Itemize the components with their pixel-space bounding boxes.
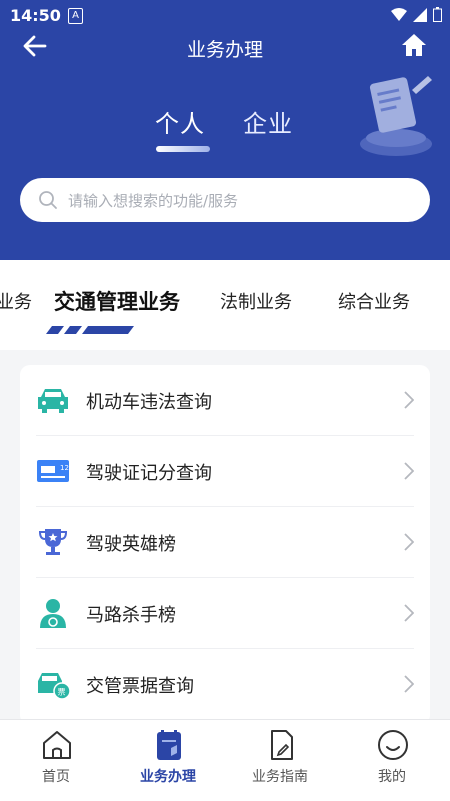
top-bar: 业务办理 (0, 28, 450, 68)
signal-icon (413, 7, 427, 22)
category-legal[interactable]: 法制业务 (220, 288, 292, 314)
search-bar[interactable]: 请输入想搜索的功能/服务 (20, 178, 430, 222)
list-item[interactable]: 12 驾驶证记分查询 (20, 436, 430, 507)
segment-indicator (156, 146, 210, 152)
item-label: 驾驶英雄榜 (86, 534, 176, 555)
home-outline-icon (43, 731, 71, 759)
car-ticket-icon: 票 (38, 673, 70, 699)
tab-enterprise[interactable]: 企业 (243, 104, 293, 139)
header: 14:50 A 业务办理 个人 企业 请输入想搜索的功能/服务 (0, 0, 450, 260)
list-item[interactable]: 票 交管票据查询 (20, 649, 430, 720)
document-illustration-icon (360, 76, 432, 156)
list-item[interactable]: 马路杀手榜 (20, 578, 430, 649)
status-time: 14:50 (10, 6, 61, 25)
search-icon (39, 191, 57, 209)
svg-text:票: 票 (58, 688, 66, 697)
chevron-right-icon (404, 604, 414, 622)
tab-guide[interactable]: 业务指南 (224, 720, 336, 801)
tab-mine[interactable]: 我的 (336, 720, 448, 801)
chevron-right-icon (404, 391, 414, 409)
car-icon (38, 389, 68, 413)
tab-label: 业务指南 (252, 769, 308, 785)
tab-label: 首页 (42, 769, 70, 785)
guide-icon (271, 730, 293, 760)
category-tabs: 业务 交通管理业务 法制业务 综合业务 (0, 260, 450, 350)
item-label: 机动车违法查询 (86, 392, 212, 413)
business-icon (157, 730, 181, 760)
bottom-tab-bar: 首页 业务办理 业务指南 我的 (0, 719, 450, 801)
item-label: 驾驶证记分查询 (86, 463, 212, 484)
category-indicator (46, 326, 134, 334)
search-placeholder: 请输入想搜索的功能/服务 (68, 192, 239, 210)
tab-home[interactable]: 首页 (0, 720, 112, 801)
license-card-icon: 12 (37, 460, 69, 482)
chevron-right-icon (404, 675, 414, 693)
notification-a-icon: A (68, 8, 83, 24)
item-label: 马路杀手榜 (86, 605, 176, 626)
list-item[interactable]: 机动车违法查询 (20, 365, 430, 436)
trophy-icon (38, 529, 68, 555)
category-traffic-management[interactable]: 交通管理业务 (54, 286, 180, 316)
category-general[interactable]: 综合业务 (338, 288, 410, 314)
svg-text:12: 12 (60, 464, 69, 472)
item-label: 交管票据查询 (86, 676, 194, 697)
page-title: 业务办理 (186, 39, 263, 61)
tab-label: 业务办理 (140, 769, 196, 785)
wifi-icon (391, 7, 407, 21)
home-icon[interactable] (400, 32, 428, 58)
category-partial[interactable]: 业务 (0, 288, 32, 314)
smile-icon (378, 730, 408, 760)
tab-personal[interactable]: 个人 (155, 104, 205, 139)
chevron-right-icon (404, 462, 414, 480)
tab-label: 我的 (378, 769, 406, 785)
tab-business[interactable]: 业务办理 (112, 720, 224, 801)
list-item[interactable]: 驾驶英雄榜 (20, 507, 430, 578)
battery-icon (433, 7, 442, 22)
driver-icon (40, 599, 66, 628)
status-icons (391, 7, 442, 22)
service-list: 机动车违法查询 12 驾驶证记分查询 驾驶英雄榜 马路杀手榜 票 交管票据查询 (20, 365, 430, 725)
chevron-right-icon (404, 533, 414, 551)
